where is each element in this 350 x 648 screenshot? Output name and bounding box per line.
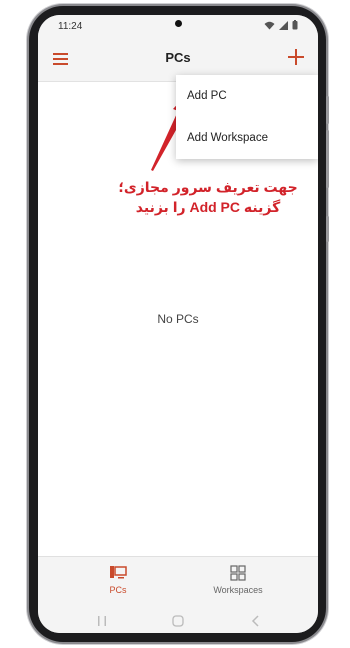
phone-side-button (326, 216, 329, 242)
empty-state-message: No PCs (157, 312, 199, 326)
annotation-line: گزینه Add PC را بزنید (135, 199, 281, 215)
home-icon[interactable] (172, 615, 184, 627)
menu-item-add-workspace[interactable]: Add Workspace (176, 117, 318, 159)
grid-icon (230, 565, 246, 581)
nav-tab-label: PCs (109, 585, 127, 595)
phone-side-button (326, 96, 329, 124)
menu-item-add-pc[interactable]: Add PC (176, 75, 318, 117)
nav-tab-label: Workspaces (213, 585, 263, 595)
recent-apps-icon[interactable] (96, 615, 108, 627)
phone-screen: 11:24 PCs No PCs جهت تعریف سرور مجازی؛ گ… (38, 15, 318, 633)
annotation-line: جهت تعریف سرور مجازی؛ (118, 179, 298, 195)
system-navigation-bar (38, 609, 318, 633)
add-dropdown-menu: Add PC Add Workspace (176, 75, 318, 159)
monitor-icon (110, 566, 127, 579)
back-icon[interactable] (250, 615, 262, 627)
nav-tab-workspaces[interactable]: Workspaces (188, 565, 288, 595)
bottom-navigation: PCs Workspaces (38, 556, 318, 609)
nav-tab-pcs[interactable]: PCs (68, 565, 168, 595)
annotation-text: جهت تعریف سرور مجازی؛ گزینه Add PC را بز… (108, 177, 308, 217)
phone-side-button (326, 130, 329, 188)
